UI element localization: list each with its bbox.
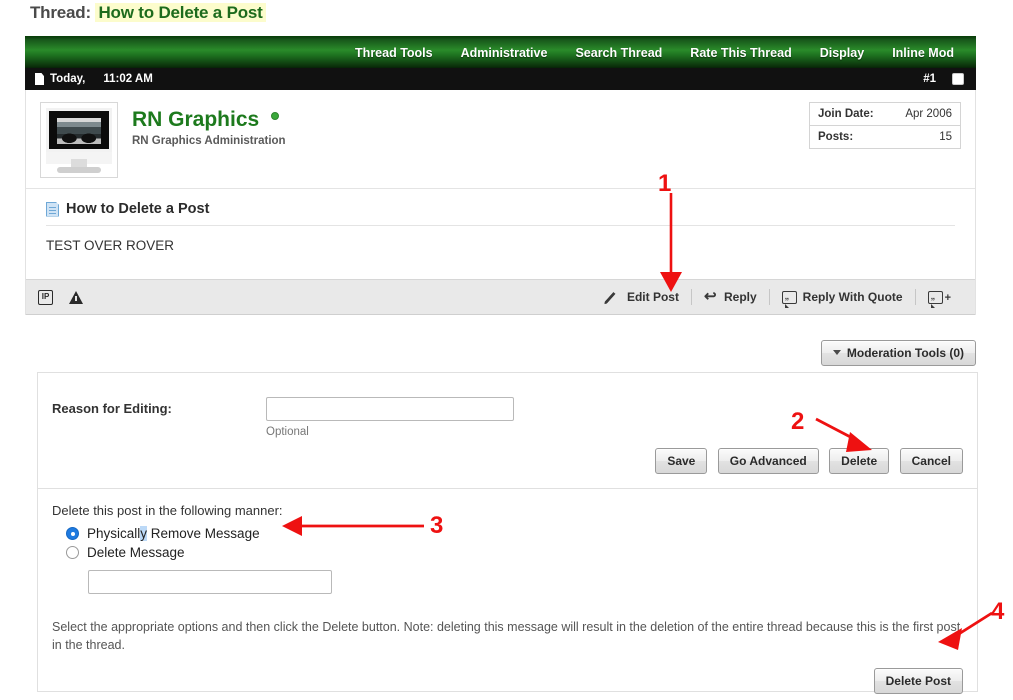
post-text: TEST OVER ROVER: [46, 238, 955, 253]
delete-button[interactable]: Delete: [829, 448, 889, 474]
ip-icon[interactable]: IP: [38, 290, 53, 305]
delete-reason-input[interactable]: [88, 570, 332, 594]
join-date-label: Join Date:: [818, 108, 874, 120]
post-action-bar: IP Edit Post ↩ Reply „: [26, 279, 975, 315]
avatar-vehicle-image: [57, 118, 101, 144]
cancel-button[interactable]: Cancel: [900, 448, 963, 474]
radio-label-part-post: Remove Message: [147, 526, 260, 541]
avatar-monitor-screen: [46, 108, 112, 152]
multi-quote-button[interactable]: „ +: [916, 291, 963, 304]
reason-row: Reason for Editing: Optional: [52, 387, 963, 438]
radio-row-delete-message[interactable]: Delete Message: [66, 545, 963, 560]
nav-item-rate-this-thread[interactable]: Rate This Thread: [676, 46, 805, 60]
post-meta-bar: Today, 11:02 AM #1: [25, 68, 976, 90]
radio-label-part-pre: Physicall: [87, 526, 140, 541]
edit-post-label: Edit Post: [627, 290, 679, 304]
radio-row-physically-remove[interactable]: Physically Remove Message: [66, 526, 963, 541]
join-date-value: Apr 2006: [905, 108, 952, 120]
radio-label-physically-remove-message: Physically Remove Message: [87, 526, 260, 541]
moderation-tools-label: Moderation Tools (0): [847, 346, 964, 360]
user-info-box: Join Date: Apr 2006 Posts: 15: [809, 102, 961, 149]
nav-item-administrative[interactable]: Administrative: [447, 46, 562, 60]
reason-for-editing-label: Reason for Editing:: [52, 397, 266, 416]
nav-item-search-thread[interactable]: Search Thread: [561, 46, 676, 60]
username-link[interactable]: RN Graphics: [132, 108, 259, 132]
go-advanced-button[interactable]: Go Advanced: [718, 448, 819, 474]
edit-delete-panel: Reason for Editing: Optional Save Go Adv…: [37, 372, 978, 692]
save-button[interactable]: Save: [655, 448, 707, 474]
avatar: [40, 102, 118, 178]
post-body: RN Graphics RN Graphics Administration J…: [25, 90, 976, 315]
post-date: Today,: [50, 73, 85, 85]
plus-icon: +: [945, 292, 951, 304]
moderation-tools-row: Moderation Tools (0): [25, 340, 976, 366]
nav-item-thread-tools[interactable]: Thread Tools: [341, 46, 447, 60]
reason-for-editing-section: Reason for Editing: Optional: [38, 373, 977, 438]
multi-quote-icon: „: [928, 291, 943, 304]
avatar-monitor-base: [57, 167, 101, 173]
reply-with-quote-label: Reply With Quote: [803, 290, 903, 304]
radio-physically-remove-message[interactable]: [66, 527, 79, 540]
online-status-icon: [271, 112, 279, 120]
user-info-row-join-date: Join Date: Apr 2006: [810, 103, 960, 125]
post-time: 11:02 AM: [103, 73, 152, 85]
user-title: RN Graphics Administration: [132, 135, 286, 147]
page-title-value: How to Delete a Post: [95, 3, 265, 22]
moderation-tools-button[interactable]: Moderation Tools (0): [821, 340, 976, 366]
optional-hint: Optional: [266, 426, 514, 438]
post-action-bar-left: IP: [38, 290, 83, 305]
pencil-icon: [607, 290, 621, 304]
radio-delete-message[interactable]: [66, 546, 79, 559]
reply-label: Reply: [724, 290, 757, 304]
post-action-bar-right: Edit Post ↩ Reply „ Reply With Quote „: [595, 289, 963, 305]
post-title-row: How to Delete a Post: [26, 188, 975, 225]
delete-note: Select the appropriate options and then …: [38, 600, 977, 654]
radio-label-delete-message: Delete Message: [87, 545, 185, 560]
delete-post-button[interactable]: Delete Post: [874, 668, 963, 694]
posts-value: 15: [939, 131, 952, 143]
page-title: Thread: How to Delete a Post: [30, 3, 266, 23]
thread-navbar: Thread Tools Administrative Search Threa…: [25, 36, 976, 68]
delete-post-row: Delete Post: [38, 654, 977, 694]
delete-options-section: Delete this post in the following manner…: [38, 489, 977, 600]
page-title-label: Thread:: [30, 3, 91, 22]
warning-triangle-icon[interactable]: [69, 290, 83, 304]
annotation-number-4: 4: [991, 598, 1004, 626]
nav-item-inline-mod[interactable]: Inline Mod: [878, 46, 968, 60]
post-icon: [46, 202, 59, 217]
user-meta: RN Graphics RN Graphics Administration: [132, 102, 286, 178]
posts-label: Posts:: [818, 131, 853, 143]
chevron-down-icon: [833, 350, 841, 355]
post-panel: Thread Tools Administrative Search Threa…: [25, 36, 976, 315]
delete-options-heading: Delete this post in the following manner…: [52, 503, 963, 518]
reason-field-wrap: Optional: [266, 397, 514, 438]
user-info-row-posts: Posts: 15: [810, 125, 960, 148]
nav-item-display[interactable]: Display: [806, 46, 878, 60]
page-root: Thread: How to Delete a Post Thread Tool…: [0, 0, 1013, 700]
quote-icon: „: [782, 291, 797, 304]
reply-button[interactable]: ↩ Reply: [692, 290, 769, 304]
reply-arrow-icon: ↩: [704, 290, 718, 304]
post-select-checkbox[interactable]: [952, 73, 964, 85]
edit-post-button[interactable]: Edit Post: [595, 290, 691, 304]
reason-for-editing-input[interactable]: [266, 397, 514, 421]
post-user-row: RN Graphics RN Graphics Administration J…: [26, 90, 975, 188]
edit-form-buttons: Save Go Advanced Delete Cancel: [38, 438, 977, 488]
document-icon: [35, 73, 44, 85]
post-number[interactable]: #1: [923, 73, 936, 85]
delete-reason-wrap: [88, 570, 963, 594]
post-text-wrap: TEST OVER ROVER: [46, 225, 955, 279]
post-title: How to Delete a Post: [66, 201, 209, 217]
reply-with-quote-button[interactable]: „ Reply With Quote: [770, 290, 915, 304]
